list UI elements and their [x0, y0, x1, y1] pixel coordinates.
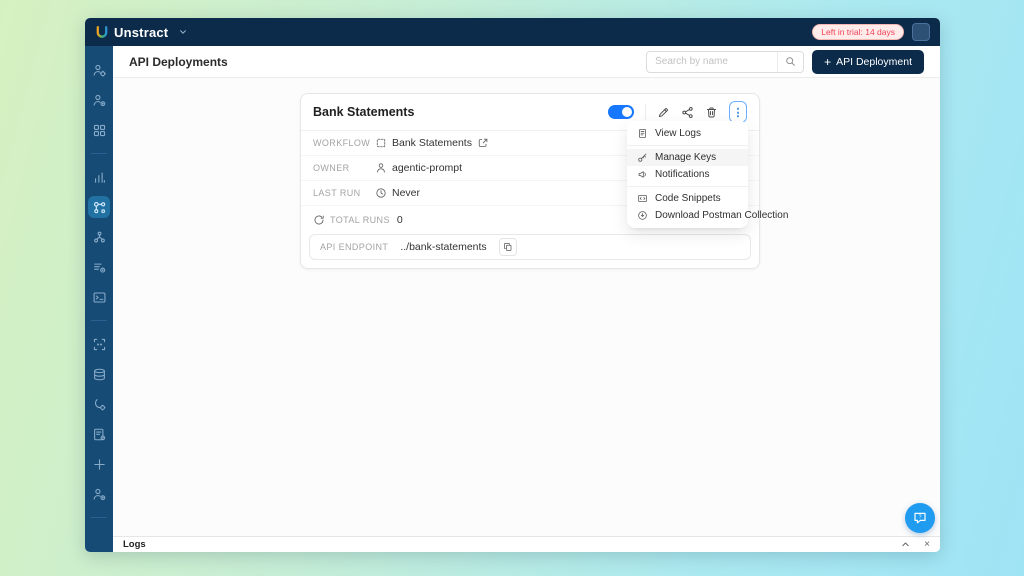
trash-icon [705, 106, 718, 119]
share-button[interactable] [681, 106, 694, 119]
unstract-logo-icon [95, 25, 109, 39]
plus-icon: + [824, 56, 831, 68]
hook-gear-icon [92, 397, 107, 412]
top-navbar: Unstract Left in trial: 14 days [85, 18, 940, 46]
bar-chart-icon [92, 170, 107, 185]
sidebar-item-profiles[interactable] [88, 59, 110, 81]
org-nodes-icon [92, 230, 107, 245]
document-gear-icon [92, 427, 107, 442]
menu-item-download-postman[interactable]: Download Postman Collection [627, 207, 748, 224]
deployment-title: Bank Statements [313, 105, 414, 119]
sidebar-item-workflows[interactable] [88, 226, 110, 248]
trial-badge: Left in trial: 14 days [812, 24, 904, 40]
list-gear-icon [92, 260, 107, 275]
code-icon [637, 193, 648, 204]
sidebar-item-users[interactable] [88, 89, 110, 111]
search-input[interactable] [647, 56, 777, 67]
pencil-icon [657, 106, 670, 119]
logs-bar: Logs × [113, 536, 940, 552]
sidebar-divider [91, 320, 107, 321]
sidebar-divider [91, 153, 107, 154]
more-actions-menu: View Logs Manage Keys Notifications Code… [627, 121, 748, 228]
key-icon [637, 152, 648, 163]
copy-icon [503, 242, 513, 252]
workflow-box-icon [375, 137, 387, 149]
sidebar-item-task-pipelines[interactable] [88, 256, 110, 278]
enable-toggle[interactable] [608, 105, 634, 119]
content-area: Bank Statements ⋮ WORKFLOW [113, 78, 940, 536]
sidebar [85, 46, 113, 552]
api-endpoint-box: API ENDPOINT ../bank-statements [309, 234, 751, 260]
menu-item-notifications[interactable]: Notifications [627, 166, 748, 183]
user-gear-icon [92, 487, 107, 502]
terminal-icon [92, 290, 107, 305]
user-avatar[interactable] [912, 23, 930, 41]
navbar-right: Left in trial: 14 days [812, 23, 930, 41]
download-icon [637, 210, 648, 221]
api-endpoint-value: ../bank-statements [400, 241, 486, 253]
more-actions-button[interactable]: ⋮ [729, 101, 747, 123]
user-gear-icon [92, 63, 107, 78]
sidebar-item-api-deployments[interactable] [88, 196, 110, 218]
sidebar-item-capture[interactable] [88, 333, 110, 355]
total-runs-value: 0 [397, 214, 403, 226]
sidebar-item-connectors[interactable] [88, 119, 110, 141]
workflow-nodes-icon [92, 200, 107, 215]
menu-divider [627, 145, 748, 146]
search-box [646, 51, 804, 73]
external-link-icon[interactable] [477, 137, 489, 149]
user-gear-icon [92, 93, 107, 108]
close-icon: × [924, 539, 930, 550]
vertical-dots-icon: ⋮ [733, 106, 744, 119]
logs-expand-button[interactable] [901, 540, 910, 549]
share-icon [681, 106, 694, 119]
menu-item-view-logs[interactable]: View Logs [627, 125, 748, 142]
delete-button[interactable] [705, 106, 718, 119]
file-text-icon [637, 128, 648, 139]
org-switcher[interactable]: Unstract [95, 25, 187, 40]
chat-question-icon: ? [912, 510, 928, 526]
svg-text:?: ? [918, 515, 921, 521]
menu-item-code-snippets[interactable]: Code Snippets [627, 190, 748, 207]
clock-icon [375, 187, 387, 199]
menu-item-manage-keys[interactable]: Manage Keys [627, 149, 748, 166]
sidebar-divider [91, 517, 107, 518]
brand-name: Unstract [114, 25, 168, 40]
grid-icon [92, 123, 107, 138]
user-icon [375, 162, 387, 174]
sidebar-item-logs[interactable] [88, 286, 110, 308]
sidebar-item-add[interactable] [88, 453, 110, 475]
logs-close-button[interactable]: × [924, 539, 930, 550]
logs-title: Logs [123, 539, 146, 550]
chevron-down-icon [179, 28, 187, 36]
sidebar-item-dashboard[interactable] [88, 166, 110, 188]
sidebar-item-database[interactable] [88, 363, 110, 385]
add-api-deployment-button[interactable]: + API Deployment [812, 50, 924, 74]
megaphone-icon [637, 169, 648, 180]
divider [645, 104, 646, 120]
edit-button[interactable] [657, 106, 670, 119]
plus-icon [92, 457, 107, 472]
database-icon [92, 367, 107, 382]
scan-brackets-icon [92, 337, 107, 352]
sidebar-item-account[interactable] [88, 483, 110, 505]
app-window: Unstract Left in trial: 14 days [85, 18, 940, 552]
refresh-icon[interactable] [313, 214, 325, 226]
workflow-link: Bank Statements [392, 137, 472, 149]
help-chat-button[interactable]: ? [905, 503, 935, 533]
copy-endpoint-button[interactable] [499, 238, 517, 256]
sidebar-item-documents[interactable] [88, 423, 110, 445]
chevron-up-icon [901, 540, 910, 549]
page-title: API Deployments [129, 55, 228, 69]
page-header: API Deployments + API Deployment [113, 46, 940, 78]
search-icon[interactable] [777, 52, 803, 72]
menu-divider [627, 186, 748, 187]
sidebar-item-functions[interactable] [88, 393, 110, 415]
